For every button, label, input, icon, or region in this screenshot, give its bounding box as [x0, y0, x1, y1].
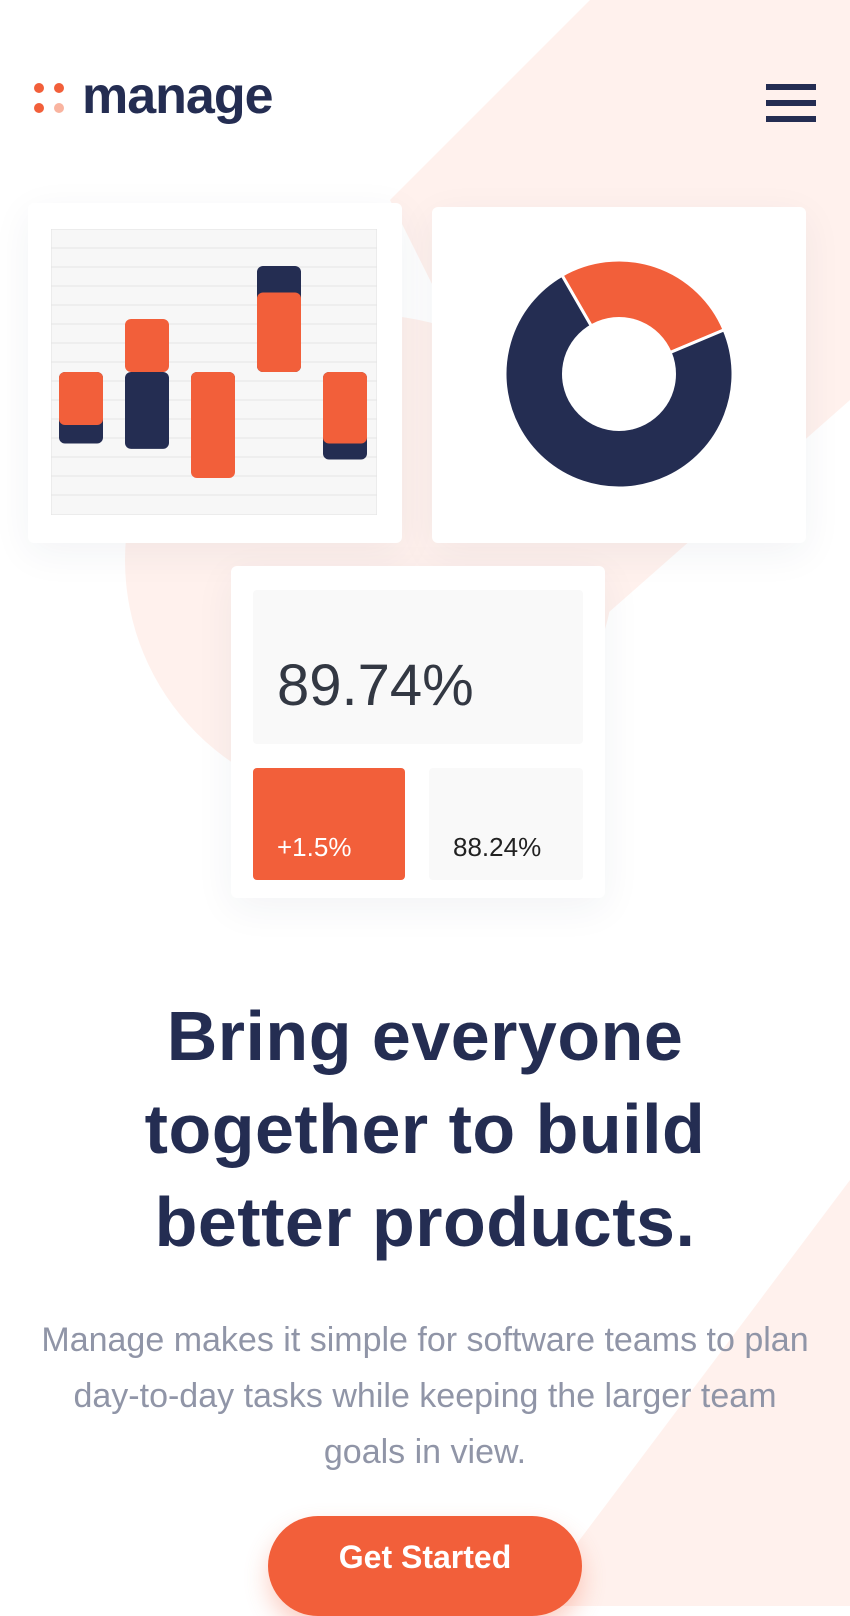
hero-headline: Bring everyone together to build better …: [40, 990, 810, 1269]
logo-dot: [54, 103, 64, 113]
stat-secondary-value: 88.24%: [453, 832, 542, 862]
get-started-button[interactable]: Get Started: [268, 1516, 582, 1616]
headline-line: Bring everyone: [166, 997, 684, 1075]
bar-segment: [323, 372, 367, 444]
bar-segment: [125, 372, 169, 449]
logo-dots-icon: [34, 83, 66, 115]
bar-segment: [191, 372, 235, 478]
hero-subtext: Manage makes it simple for software team…: [41, 1321, 809, 1471]
logo-dot: [34, 103, 44, 113]
headline-line: better products.: [154, 1183, 696, 1261]
logo-dot: [34, 83, 44, 93]
logo-wordmark: manage: [82, 67, 274, 125]
hamburger-menu-icon[interactable]: [766, 84, 816, 122]
stat-main-value: 89.74%: [277, 653, 474, 718]
logo[interactable]: manage: [34, 70, 274, 122]
stat-change-value: +1.5%: [277, 832, 352, 862]
bar-chart-card: [28, 203, 402, 543]
donut-chart: [503, 258, 735, 490]
stat-change-tile: +1.5%: [253, 768, 405, 880]
stat-main-tile: 89.74%: [253, 590, 583, 744]
bar-segment: [257, 292, 301, 372]
stat-secondary-tile: 88.24%: [429, 768, 583, 880]
bar-segment: [125, 319, 169, 372]
bar-chart: [51, 229, 377, 515]
bar-segment: [59, 372, 103, 425]
donut-hole: [562, 317, 676, 431]
donut-chart-card: [432, 207, 806, 543]
headline-line: together to build: [144, 1090, 706, 1168]
site-header: manage: [34, 70, 816, 130]
logo-dot: [54, 83, 64, 93]
stats-card: 89.74% +1.5% 88.24%: [231, 566, 605, 898]
